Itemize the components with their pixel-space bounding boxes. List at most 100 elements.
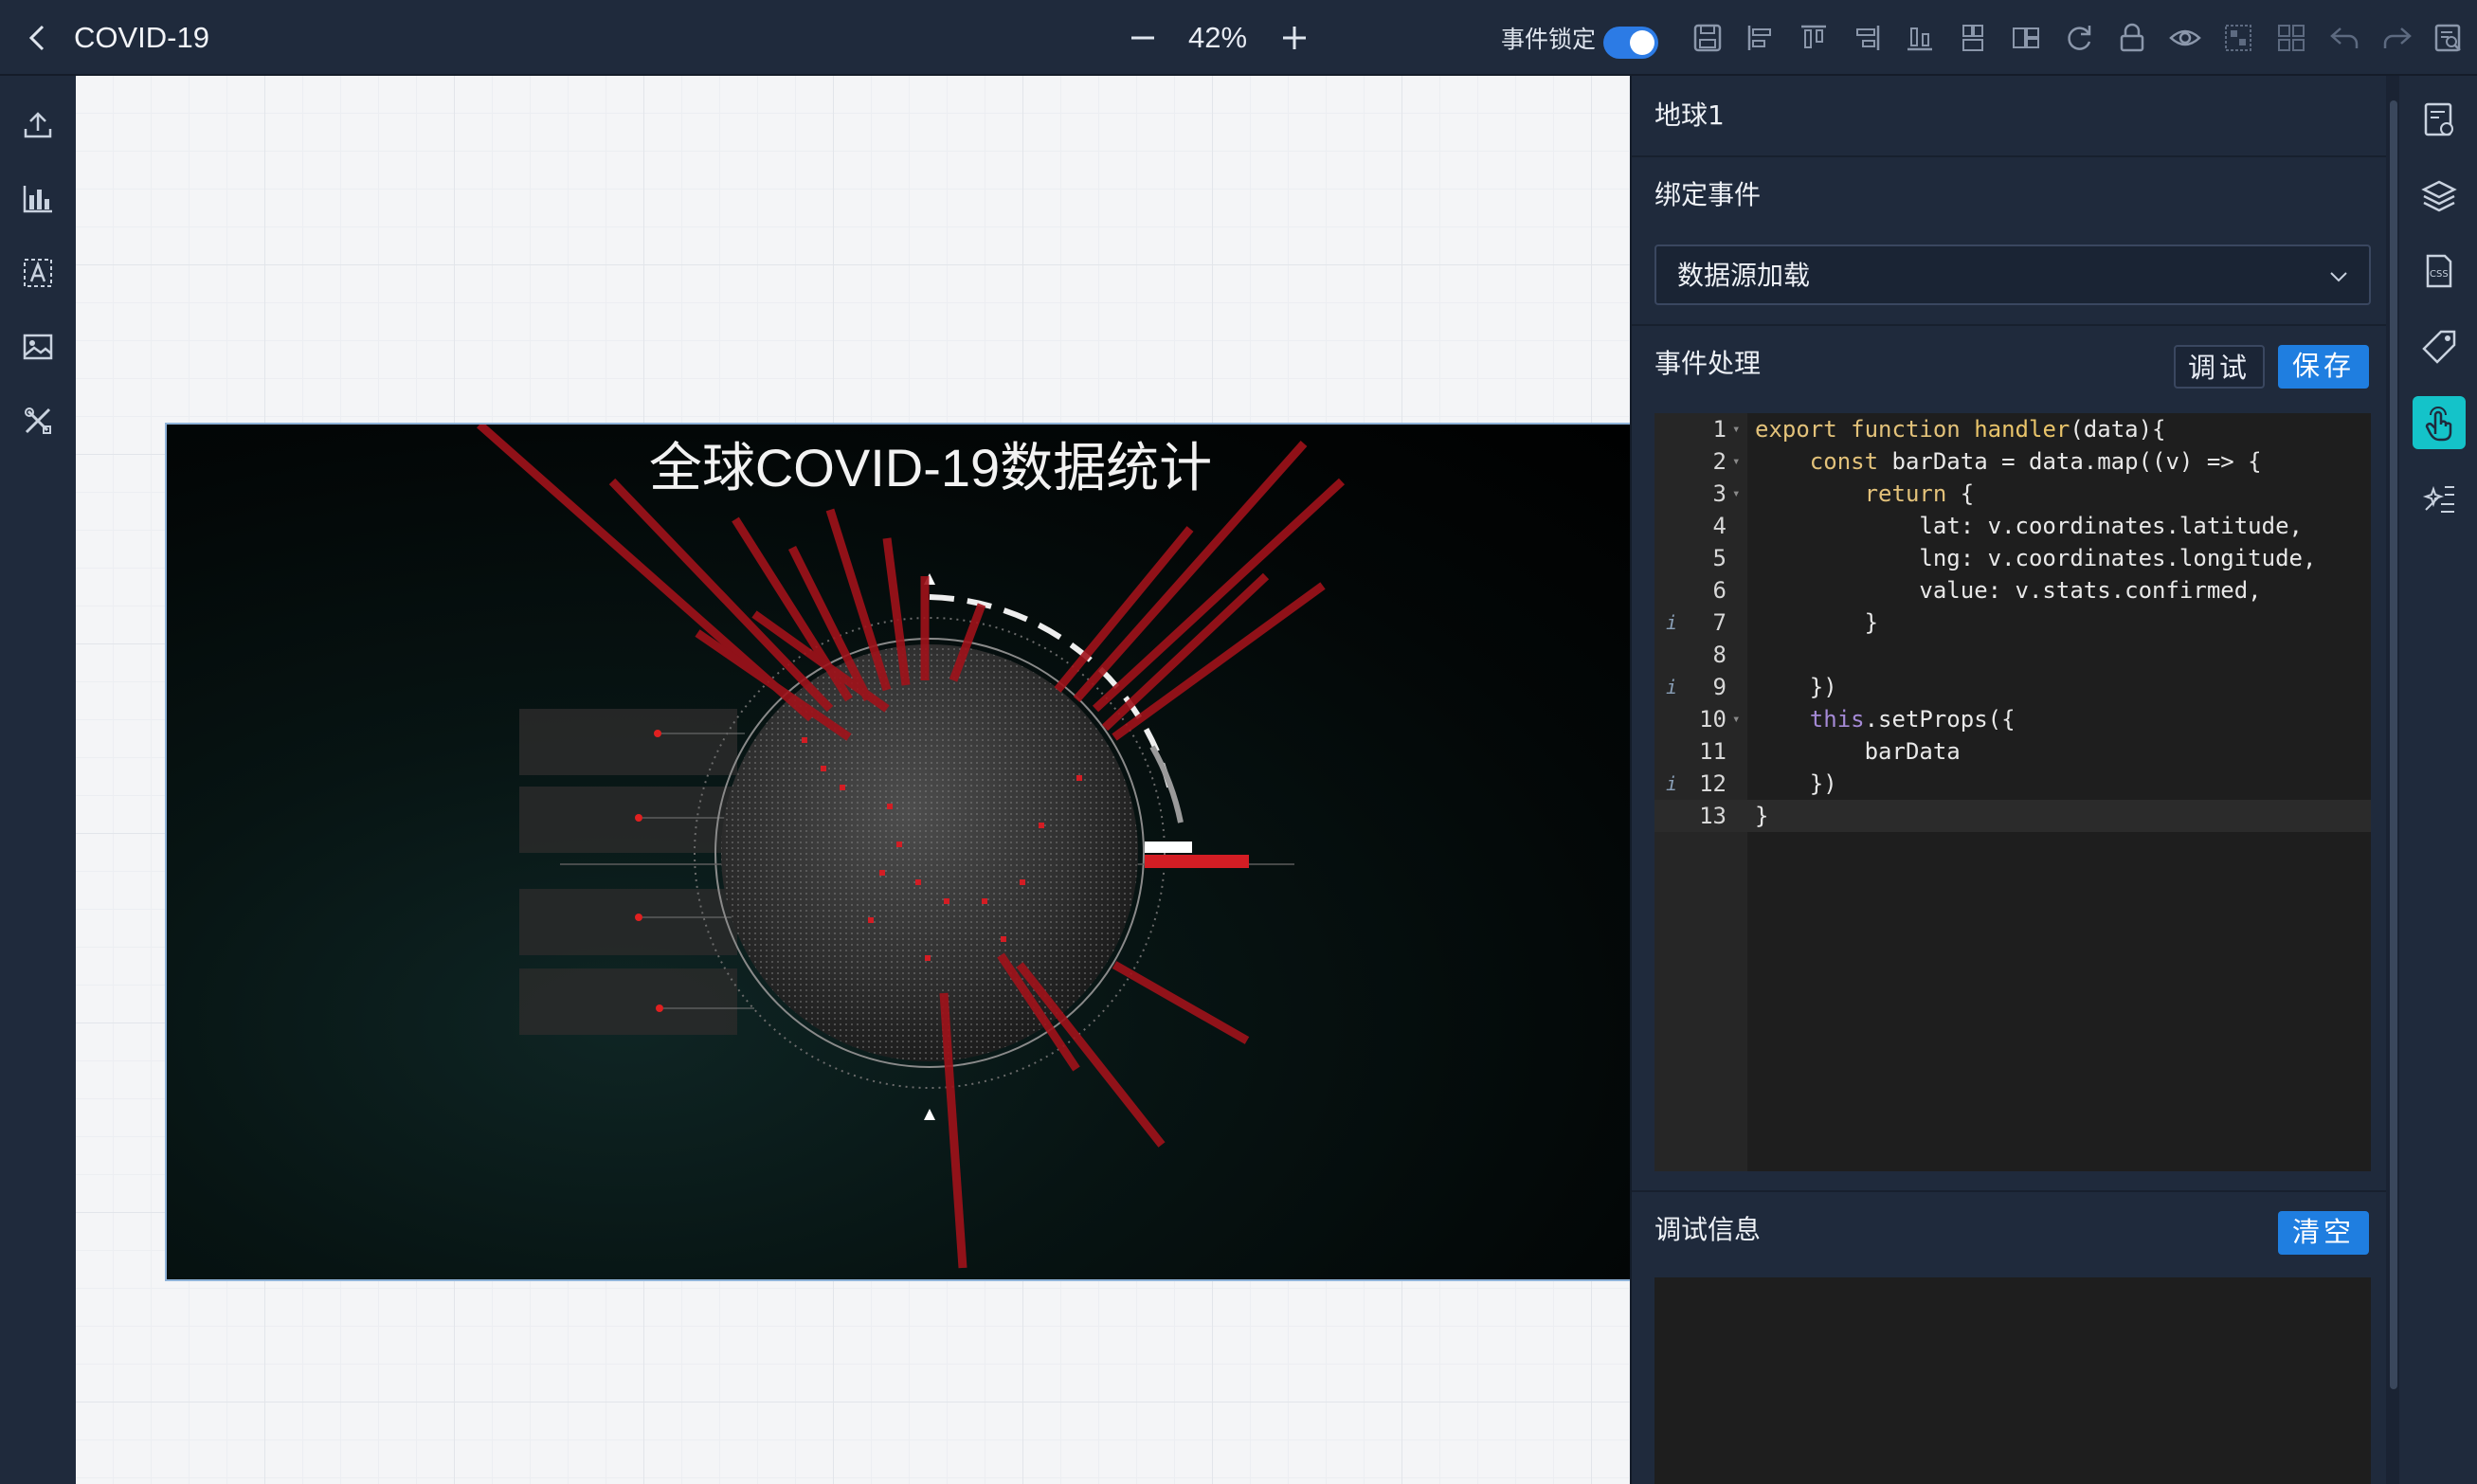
- app-title: COVID-19: [74, 21, 209, 54]
- code-text: const barData = data.map((v) => {: [1809, 448, 2262, 475]
- ungroup-icon[interactable]: [2270, 17, 2312, 59]
- right-sidebar: CSS: [2399, 76, 2477, 1484]
- bar-chart-icon[interactable]: [17, 178, 59, 220]
- code-line[interactable]: i9 }): [1654, 671, 2371, 703]
- fold-icon[interactable]: ▾: [1732, 445, 1740, 478]
- code-text: lng: v.coordinates.longitude,: [1755, 545, 2317, 571]
- css-icon[interactable]: CSS: [2413, 244, 2466, 298]
- align-top-icon[interactable]: [1793, 17, 1835, 59]
- line-number: 4: [1712, 513, 1727, 539]
- divider: [1632, 324, 2390, 326]
- code-editor[interactable]: 1 ▾ export function handler(data){2 ▾ const…: [1654, 413, 2371, 1171]
- code-line[interactable]: i 12 }): [1654, 768, 2371, 800]
- zoom-in-icon[interactable]: [1275, 17, 1313, 59]
- code-text: }): [1755, 674, 1837, 700]
- tools-icon[interactable]: [17, 400, 59, 442]
- distribute-horizontal-icon[interactable]: [2005, 17, 2047, 59]
- line-number: 10: [1699, 706, 1727, 733]
- panel-scrollbar-thumb[interactable]: [2390, 100, 2397, 1389]
- bind-event-select[interactable]: 数据源加载: [1654, 244, 2371, 305]
- code-line[interactable]: 10 ▾ this.setProps({: [1654, 703, 2371, 735]
- line-number: 8: [1712, 642, 1727, 668]
- zoom-level: 42%: [1187, 21, 1248, 54]
- debug-button[interactable]: 调试: [2174, 345, 2265, 389]
- toggle-knob: [1630, 30, 1654, 55]
- divider: [1632, 155, 2390, 157]
- code-text: lat: v.coordinates.latitude,: [1755, 513, 2303, 539]
- event-hand-icon[interactable]: [2413, 396, 2466, 449]
- back-arrow-icon[interactable]: [19, 19, 57, 57]
- svg-text:CSS: CSS: [2430, 269, 2449, 280]
- group-icon[interactable]: [2217, 17, 2259, 59]
- preview-icon[interactable]: [2428, 17, 2469, 59]
- event-lock-label: 事件锁定: [1501, 26, 1597, 53]
- code-line[interactable]: 5 lng: v.coordinates.longitude,: [1654, 542, 2371, 574]
- code-line[interactable]: 4 lat: v.coordinates.latitude,: [1654, 510, 2371, 542]
- debug-output: [1654, 1277, 2371, 1484]
- redo-icon[interactable]: [2377, 17, 2418, 59]
- code-line[interactable]: 13}: [1654, 800, 2371, 832]
- save-button[interactable]: 保存: [2278, 345, 2369, 389]
- align-left-icon[interactable]: [1740, 17, 1781, 59]
- code-text: }: [1755, 803, 1769, 829]
- align-right-icon[interactable]: [1846, 17, 1888, 59]
- globe-visualization[interactable]: [167, 425, 1692, 1281]
- line-number: 13: [1699, 803, 1727, 829]
- save-icon[interactable]: [1687, 17, 1728, 59]
- code-line[interactable]: 11 barData: [1654, 735, 2371, 768]
- info-boxes: [519, 709, 754, 1035]
- code-text: barData: [1755, 738, 1961, 765]
- line-number: 12: [1699, 770, 1727, 797]
- code-text: export function handler(data){: [1755, 416, 2166, 443]
- line-number: 6: [1712, 577, 1727, 604]
- code-text: return {: [1864, 480, 1975, 507]
- code-line[interactable]: 2 ▾ const barData = data.map((v) => {: [1654, 445, 2371, 478]
- line-number: 3: [1712, 480, 1727, 507]
- left-sidebar: [0, 76, 76, 1484]
- properties-panel: 地球1 绑定事件 数据源加载 事件处理 调试 保存 1 ▾ export funct…: [1630, 76, 2390, 1484]
- component-name: 地球1: [1654, 100, 1725, 131]
- tag-icon[interactable]: [2413, 320, 2466, 373]
- design-canvas[interactable]: 全球COVID-19数据统计: [76, 76, 1692, 1484]
- event-handler-label: 事件处理: [1654, 348, 1762, 379]
- layers-icon[interactable]: [2413, 169, 2466, 222]
- undo-icon[interactable]: [2323, 17, 2365, 59]
- line-number: 2: [1712, 448, 1727, 475]
- eye-icon[interactable]: [2164, 17, 2206, 59]
- line-number: 11: [1699, 738, 1727, 765]
- event-lock-toggle[interactable]: [1603, 27, 1658, 59]
- lock-icon[interactable]: [2111, 17, 2153, 59]
- code-line[interactable]: 6 value: v.stats.confirmed,: [1654, 574, 2371, 606]
- divider: [1632, 1190, 2390, 1192]
- fold-icon[interactable]: ▾: [1732, 478, 1740, 510]
- align-bottom-icon[interactable]: [1899, 17, 1941, 59]
- clear-button[interactable]: 清空: [2278, 1211, 2369, 1255]
- code-line[interactable]: 3 ▾ return {: [1654, 478, 2371, 510]
- refresh-icon[interactable]: [2058, 17, 2100, 59]
- image-icon[interactable]: [17, 326, 59, 368]
- text-icon[interactable]: [17, 252, 59, 294]
- bind-event-value: 数据源加载: [1677, 260, 1811, 291]
- code-line[interactable]: i7 }: [1654, 606, 2371, 639]
- code-text: }: [1755, 609, 1879, 636]
- code-line[interactable]: 8: [1654, 639, 2371, 671]
- chevron-down-icon: [2330, 272, 2347, 282]
- fold-icon[interactable]: ▾: [1732, 703, 1740, 735]
- top-toolbar: COVID-19 42% 事件锁定: [0, 0, 2477, 76]
- distribute-vertical-icon[interactable]: [1952, 17, 1994, 59]
- line-number: 1: [1712, 416, 1727, 443]
- debug-info-label: 调试信息: [1654, 1214, 1762, 1245]
- zoom-out-icon[interactable]: [1124, 17, 1162, 59]
- code-text: value: v.stats.confirmed,: [1755, 577, 2262, 604]
- line-number: 7: [1712, 609, 1727, 636]
- fold-icon[interactable]: ▾: [1732, 413, 1740, 445]
- effects-icon[interactable]: [2413, 472, 2466, 525]
- code-line[interactable]: 1 ▾ export function handler(data){: [1654, 413, 2371, 445]
- code-text: }): [1755, 770, 1837, 797]
- screen-stage[interactable]: 全球COVID-19数据统计: [165, 423, 1692, 1281]
- upload-icon[interactable]: [17, 104, 59, 146]
- page-settings-icon[interactable]: [2413, 93, 2466, 146]
- line-number: 9: [1712, 674, 1727, 700]
- stage-title: 全球COVID-19数据统计: [648, 438, 1213, 498]
- line-number: 5: [1712, 545, 1727, 571]
